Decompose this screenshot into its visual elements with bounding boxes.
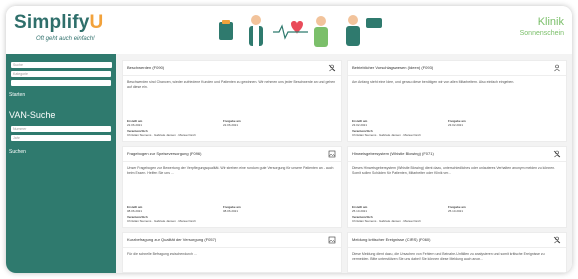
- logo-tagline: Oft geht auch einfach!: [36, 36, 95, 42]
- search-input[interactable]: Suche: [11, 62, 111, 68]
- card-title: Fragebogen zur Speiseversorgung (F096): [127, 151, 202, 156]
- person-slash-icon[interactable]: [553, 236, 561, 244]
- card-header: Fragebogen zur Speiseversorgung (F096): [123, 147, 341, 162]
- van-number-input[interactable]: Nummer: [11, 126, 111, 132]
- header: SimplifyU Oft geht auch einfach! Klinik: [6, 6, 572, 55]
- created-date: Erstellt am 08.06.2021: [127, 205, 143, 213]
- image-icon[interactable]: [328, 150, 336, 158]
- released-date: Freigabe am 23.02.2021: [448, 119, 466, 127]
- filter-input[interactable]: [11, 80, 111, 86]
- responsible-persons: Verantwortlich Christian Siemens · Gabrie…: [127, 129, 196, 137]
- app-window: SimplifyU Oft geht auch einfach! Klinik: [6, 6, 572, 273]
- start-button[interactable]: Starten: [9, 92, 25, 98]
- responsible-persons: Verantwortlich Christian Siemens · Gabrie…: [352, 215, 421, 223]
- card-header: Beschwerden (F090): [123, 61, 341, 76]
- logo-text: SimplifyU: [14, 12, 104, 33]
- card-title: Meldung kritischer Ereignisse (CIRS) (F0…: [352, 237, 431, 242]
- card-title: Kurzbefragung zur Qualität der Versorgun…: [127, 237, 217, 242]
- card-header: Meldung kritischer Ereignisse (CIRS) (F0…: [348, 233, 566, 248]
- released-date: Freigabe am 08.06.2021: [223, 205, 241, 213]
- search-button[interactable]: Suchen: [9, 149, 26, 155]
- form-card[interactable]: Meldung kritischer Ereignisse (CIRS) (F0…: [347, 232, 567, 273]
- form-card[interactable]: Betrieblicher Vorschlagswesen (Ideen) (F…: [347, 60, 567, 142]
- card-header: Betrieblicher Vorschlagswesen (Ideen) (F…: [348, 61, 566, 76]
- person-slash-icon[interactable]: [328, 64, 336, 72]
- person-slash-icon[interactable]: [553, 150, 561, 158]
- card-title: Betrieblicher Vorschlagswesen (Ideen) (F…: [352, 65, 434, 70]
- van-search-title: VAN-Suche: [9, 110, 56, 120]
- card-title: Beschwerden (F090): [127, 65, 165, 70]
- card-description: Für die schnelle Befragung zwischendurch…: [127, 252, 197, 256]
- form-card[interactable]: Kurzbefragung zur Qualität der Versorgun…: [122, 232, 342, 273]
- responsible-persons: Verantwortlich Christian Siemens · Gabrie…: [352, 129, 421, 137]
- created-date: Erstellt am 25.10.2021: [352, 205, 368, 213]
- image-icon[interactable]: [328, 236, 336, 244]
- card-description: Dieses Hinweisgebersystem (Whistle Blowi…: [352, 166, 556, 175]
- form-card[interactable]: Beschwerden (F090) Beschwerden sind Chan…: [122, 60, 342, 142]
- form-card[interactable]: Fragebogen zur Speiseversorgung (F096) U…: [122, 146, 342, 228]
- category-input[interactable]: Kategorie: [11, 71, 111, 77]
- card-description: Unser Fragebogen zur Bewertung der Verpf…: [127, 166, 334, 175]
- released-date: Freigabe am 25.10.2021: [448, 205, 466, 213]
- logo[interactable]: SimplifyU Oft geht auch einfach!: [14, 12, 134, 48]
- sidebar: Suche Kategorie Starten VAN-Suche Nummer…: [6, 54, 116, 273]
- created-date: Erstellt am 23.02.2021: [352, 119, 368, 127]
- card-title: Hinweisgebersystem (Whistle Blowing) (F0…: [352, 151, 434, 156]
- medical-illustration: [219, 15, 382, 47]
- van-year-input[interactable]: Jahr: [11, 135, 111, 141]
- person-icon[interactable]: [553, 64, 561, 72]
- card-description: Beschwerden sind Chancen, wieder zufried…: [127, 80, 336, 89]
- card-header: Hinweisgebersystem (Whistle Blowing) (F0…: [348, 147, 566, 162]
- search-icon[interactable]: [106, 62, 112, 75]
- card-description: Am Anfang steht eine Idee, und genau die…: [352, 80, 515, 84]
- clinic-brand: Klinik Sonnenschein: [519, 16, 564, 37]
- responsible-persons: Verantwortlich Christian Siemens · Gabrie…: [127, 215, 196, 223]
- released-date: Freigabe am 22.06.2021: [223, 119, 241, 127]
- created-date: Erstellt am 22.06.2021: [127, 119, 143, 127]
- card-header: Kurzbefragung zur Qualität der Versorgun…: [123, 233, 341, 248]
- card-description: Diese Meldung dient dazu, die Ursachen v…: [352, 252, 545, 261]
- card-list: Beschwerden (F090) Beschwerden sind Chan…: [116, 54, 572, 273]
- form-card[interactable]: Hinweisgebersystem (Whistle Blowing) (F0…: [347, 146, 567, 228]
